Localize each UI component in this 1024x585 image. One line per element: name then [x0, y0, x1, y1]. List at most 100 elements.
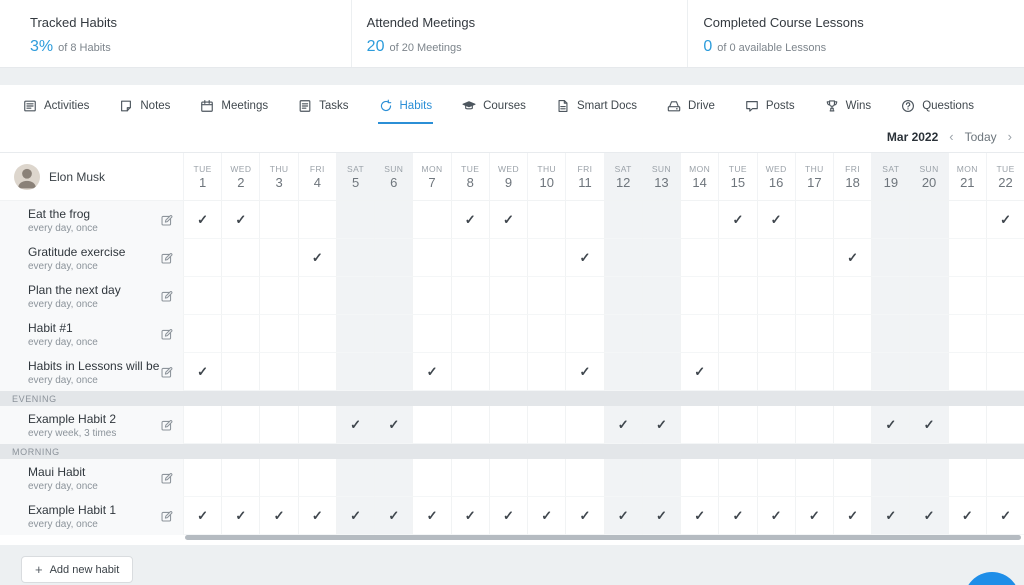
habit-day-cell[interactable]	[833, 459, 871, 497]
habit-day-cell[interactable]: ✓	[757, 201, 795, 239]
habit-day-cell[interactable]	[757, 406, 795, 444]
habit-day-cell[interactable]	[374, 201, 412, 239]
habit-day-cell[interactable]	[986, 239, 1024, 277]
habit-day-cell[interactable]	[259, 406, 297, 444]
habit-day-cell[interactable]	[298, 201, 336, 239]
habit-day-cell[interactable]: ✓	[680, 497, 718, 535]
habit-day-cell[interactable]: ✓	[298, 497, 336, 535]
next-period-button[interactable]: ›	[1008, 129, 1012, 144]
habit-day-cell[interactable]	[909, 201, 947, 239]
habit-day-cell[interactable]	[565, 459, 603, 497]
tab-posts[interactable]: Posts	[744, 99, 796, 124]
habit-day-cell[interactable]: ✓	[336, 497, 374, 535]
habit-day-cell[interactable]	[871, 315, 909, 353]
habit-day-cell[interactable]	[680, 239, 718, 277]
habit-day-cell[interactable]	[336, 201, 374, 239]
habit-day-cell[interactable]	[451, 277, 489, 315]
habit-day-cell[interactable]	[336, 239, 374, 277]
prev-period-button[interactable]: ‹	[949, 129, 953, 144]
habit-day-cell[interactable]	[221, 459, 259, 497]
habit-day-cell[interactable]	[833, 315, 871, 353]
habit-day-cell[interactable]: ✓	[871, 497, 909, 535]
habit-day-cell[interactable]	[298, 406, 336, 444]
habit-day-cell[interactable]	[642, 201, 680, 239]
habit-day-cell[interactable]	[565, 277, 603, 315]
habit-day-cell[interactable]	[642, 459, 680, 497]
habit-day-cell[interactable]	[451, 459, 489, 497]
habit-day-cell[interactable]: ✓	[412, 353, 450, 391]
habit-day-cell[interactable]	[374, 277, 412, 315]
habit-day-cell[interactable]	[986, 406, 1024, 444]
habit-day-cell[interactable]	[259, 459, 297, 497]
tab-notes[interactable]: Notes	[118, 99, 171, 124]
habit-day-cell[interactable]	[757, 459, 795, 497]
habit-day-cell[interactable]	[909, 315, 947, 353]
habit-day-cell[interactable]	[909, 459, 947, 497]
habit-day-cell[interactable]	[642, 239, 680, 277]
tab-questions[interactable]: Questions	[900, 99, 975, 124]
habit-day-cell[interactable]	[795, 353, 833, 391]
habit-day-cell[interactable]	[871, 459, 909, 497]
edit-habit-icon[interactable]	[160, 510, 173, 523]
habit-day-cell[interactable]	[795, 315, 833, 353]
habit-day-cell[interactable]	[948, 353, 986, 391]
habit-day-cell[interactable]	[259, 239, 297, 277]
habit-day-cell[interactable]	[336, 459, 374, 497]
habit-day-cell[interactable]	[374, 315, 412, 353]
habit-day-cell[interactable]: ✓	[948, 497, 986, 535]
habit-day-cell[interactable]	[527, 239, 565, 277]
habit-day-cell[interactable]: ✓	[909, 497, 947, 535]
habit-day-cell[interactable]	[718, 353, 756, 391]
habit-day-cell[interactable]: ✓	[604, 406, 642, 444]
edit-habit-icon[interactable]	[160, 366, 173, 379]
habit-day-cell[interactable]	[718, 406, 756, 444]
habit-day-cell[interactable]	[948, 459, 986, 497]
habit-day-cell[interactable]	[948, 315, 986, 353]
habit-day-cell[interactable]	[757, 353, 795, 391]
habit-day-cell[interactable]: ✓	[718, 201, 756, 239]
habit-day-cell[interactable]	[336, 353, 374, 391]
habit-day-cell[interactable]	[527, 459, 565, 497]
habit-day-cell[interactable]	[795, 459, 833, 497]
habit-day-cell[interactable]	[183, 459, 221, 497]
habit-day-cell[interactable]	[221, 406, 259, 444]
habit-day-cell[interactable]	[680, 277, 718, 315]
edit-habit-icon[interactable]	[160, 252, 173, 265]
habit-day-cell[interactable]	[642, 353, 680, 391]
habit-day-cell[interactable]	[374, 353, 412, 391]
habit-day-cell[interactable]	[489, 315, 527, 353]
habit-day-cell[interactable]	[527, 315, 565, 353]
habit-day-cell[interactable]	[259, 277, 297, 315]
habit-day-cell[interactable]	[374, 459, 412, 497]
habit-day-cell[interactable]	[986, 353, 1024, 391]
tab-tasks[interactable]: Tasks	[297, 99, 349, 124]
habit-day-cell[interactable]	[604, 277, 642, 315]
habit-day-cell[interactable]	[565, 201, 603, 239]
tab-wins[interactable]: Wins	[824, 99, 873, 124]
habit-day-cell[interactable]	[871, 277, 909, 315]
habit-day-cell[interactable]	[871, 201, 909, 239]
tab-habits[interactable]: Habits	[378, 99, 434, 124]
habit-day-cell[interactable]	[183, 239, 221, 277]
habit-day-cell[interactable]	[527, 406, 565, 444]
habit-day-cell[interactable]: ✓	[374, 497, 412, 535]
habit-day-cell[interactable]	[757, 277, 795, 315]
habit-day-cell[interactable]	[795, 201, 833, 239]
habit-day-cell[interactable]	[909, 353, 947, 391]
habit-day-cell[interactable]	[718, 315, 756, 353]
habit-day-cell[interactable]	[412, 406, 450, 444]
habit-day-cell[interactable]	[642, 315, 680, 353]
habit-day-cell[interactable]	[374, 239, 412, 277]
habit-day-cell[interactable]: ✓	[565, 353, 603, 391]
habit-day-cell[interactable]	[489, 406, 527, 444]
habit-day-cell[interactable]	[833, 353, 871, 391]
habit-day-cell[interactable]	[412, 239, 450, 277]
habit-day-cell[interactable]	[871, 239, 909, 277]
tab-activities[interactable]: Activities	[22, 99, 90, 124]
habit-day-cell[interactable]	[527, 353, 565, 391]
habit-day-cell[interactable]: ✓	[642, 406, 680, 444]
habit-day-cell[interactable]	[527, 201, 565, 239]
edit-habit-icon[interactable]	[160, 328, 173, 341]
habit-day-cell[interactable]	[451, 315, 489, 353]
habit-day-cell[interactable]: ✓	[451, 497, 489, 535]
